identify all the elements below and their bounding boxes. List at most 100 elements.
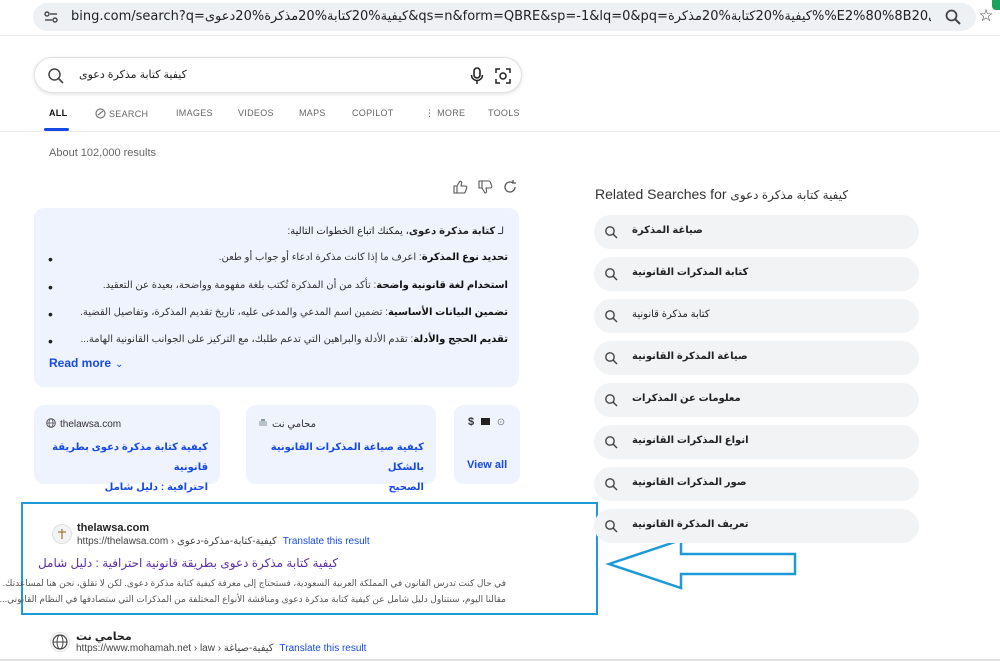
search-icon [604, 267, 618, 281]
answer-item-bold: تقديم الحجج والأدلة [413, 334, 508, 345]
related-search-item[interactable]: تعريف المذكرة القانونية [594, 509, 919, 543]
bullet: • [48, 251, 53, 267]
answer-item-rest: : تأكد من أن المذكرة تُكتب بلغة مفهومة و… [102, 280, 377, 291]
translate-link[interactable]: Translate this result [280, 643, 367, 654]
related-search-item[interactable]: معلومات عن المذكرات [594, 383, 919, 417]
card-site-name: محامي نت [272, 419, 316, 430]
result-title[interactable]: كيفية كتابة مذكرة دعوى بطريقة قانونية اح… [38, 556, 338, 570]
annotation-arrow [605, 538, 797, 590]
tab-videos[interactable]: VIDEOS [238, 108, 274, 118]
extension-indicator [992, 0, 1000, 10]
related-search-item[interactable]: صور المذكرات القانونية [594, 467, 919, 501]
zoom-icon[interactable] [944, 8, 962, 26]
read-more-link[interactable]: Read more ⌄ [49, 356, 123, 370]
related-search-label: انواع المذكرات القانونية [632, 435, 749, 446]
result-url[interactable]: https://thelawsa.com › كيفية-كتابة-مذكرة… [77, 536, 370, 547]
address-bar[interactable]: bing.com/search?q=كيفية%20كتابة%20مذكرة%… [33, 3, 994, 31]
related-search-label: كتابة المذكرات القانونية [632, 267, 749, 278]
card-site: محامي نت [258, 418, 316, 430]
answer-intro: لـ كتابة مذكرة دعوى، يمكنك اتباع الخطوات… [287, 226, 504, 237]
related-search-item[interactable]: كتابة مذكرة قانونية [594, 299, 919, 333]
card-title-line: كيفية كتابة مذكرة دعوى بطريقة قانونية [52, 442, 208, 473]
answer-list-item: • تضمين البيانات الأساسية: تضمين اسم الم… [48, 307, 508, 323]
site-favicon-icon [52, 524, 72, 544]
answer-item-text: استخدام لغة قانونية واضحة: تأكد من أن ال… [103, 280, 508, 291]
search-box[interactable]: كيفية كتابة مذكرة دعوى [34, 57, 522, 93]
source-logo-icon: $ [468, 416, 475, 428]
answer-item-rest: : تقدم الأدلة والبراهين التي تدعم طلبك، … [80, 334, 414, 345]
tab-copilot[interactable]: COPILOT [352, 108, 394, 118]
tab-tools[interactable]: TOOLS [488, 108, 520, 118]
card-source-icons: $ ⊙ [468, 416, 505, 428]
result-site-name: محامي نت [76, 631, 132, 643]
refresh-icon[interactable] [502, 179, 518, 195]
related-title-prefix: Related Searches for [595, 186, 727, 202]
view-all-link[interactable]: View all [467, 459, 507, 471]
microphone-icon[interactable] [468, 66, 486, 86]
tab-search-label: SEARCH [109, 109, 149, 119]
answer-intro-suffix: ، يمكنك اتباع الخطوات التالية: [287, 226, 409, 237]
card-title-line: احترافية : دليل شامل [104, 482, 208, 493]
source-card[interactable]: محامي نت كيفية صياغة المذكرات القانونية … [246, 405, 436, 493]
result-url-text: https://thelawsa.com › كيفية-كتابة-مذكرة… [77, 536, 277, 547]
answer-list-item: • تحديد نوع المذكرة: اعرف ما إذا كانت مذ… [48, 252, 508, 268]
answer-item-text: تقديم الحجج والأدلة: تقدم الأدلة والبراه… [81, 334, 508, 345]
answer-item-rest: : تضمين اسم المدعي والمدعى عليه، تاريخ ت… [80, 307, 388, 318]
answer-list-item: • تقديم الحجج والأدلة: تقدم الأدلة والبر… [48, 334, 508, 350]
related-searches-title: Related Searches for كيفية كتابة مذكرة د… [595, 186, 848, 202]
browser-toolbar: bing.com/search?q=كيفية%20كتابة%20مذكرة%… [0, 0, 1000, 36]
related-search-label: تعريف المذكرة القانونية [632, 519, 749, 530]
bullet: • [48, 333, 53, 349]
translate-link[interactable]: Translate this result [283, 536, 370, 547]
highlight-frame: thelawsa.com https://thelawsa.com › كيفي… [0, 502, 598, 615]
visual-search-icon[interactable] [494, 67, 512, 85]
more-dots-icon: ⋮ [425, 108, 438, 118]
tab-maps[interactable]: MAPS [299, 108, 326, 118]
copilot-search-icon [95, 108, 106, 119]
source-logo-icon: ⊙ [496, 417, 506, 428]
bullet: • [48, 306, 53, 322]
card-title-line: كيفية صياغة المذكرات القانونية بالشكل [270, 442, 424, 473]
search-icon [604, 435, 618, 449]
bullet: • [48, 279, 53, 295]
globe-icon [50, 632, 70, 652]
answer-item-text: تضمين البيانات الأساسية: تضمين اسم المدع… [80, 307, 508, 318]
globe-icon [46, 418, 56, 428]
related-search-item[interactable]: كتابة المذكرات القانونية [594, 257, 919, 291]
tab-search[interactable]: SEARCH [95, 108, 148, 119]
url-text[interactable]: bing.com/search?q=كيفية%20كتابة%20مذكرة%… [71, 9, 931, 24]
search-input[interactable]: كيفية كتابة مذكرة دعوى [79, 68, 459, 81]
answer-intro-prefix: لـ [498, 226, 504, 237]
related-search-item[interactable]: صياغة المذكرة القانونية [594, 341, 919, 375]
thumbs-up-icon[interactable] [452, 179, 468, 195]
related-search-item[interactable]: انواع المذكرات القانونية [594, 425, 919, 459]
read-more-label: Read more [49, 356, 112, 370]
site-settings-icon[interactable] [43, 9, 59, 25]
related-title-query: كيفية كتابة مذكرة دعوى [730, 188, 849, 202]
result-url[interactable]: https://www.mohamah.net › law › كيفية-صي… [76, 643, 366, 654]
search-icon [604, 393, 618, 407]
answer-intro-bold: كتابة مذكرة دعوى [408, 226, 496, 237]
site-logo-icon [258, 418, 268, 428]
related-search-label: معلومات عن المذكرات [632, 393, 741, 404]
related-search-item[interactable]: صياغة المذكرة [594, 215, 919, 249]
search-icon [604, 351, 618, 365]
star-icon[interactable]: ☆ [977, 7, 995, 25]
answer-item-bold: تضمين البيانات الأساسية [387, 307, 508, 318]
card-title[interactable]: كيفية صياغة المذكرات القانونية بالشكل ال… [246, 438, 424, 498]
card-site: thelawsa.com [46, 418, 121, 430]
tab-images[interactable]: IMAGES [176, 108, 213, 118]
related-search-label: كتابة مذكرة قانونية [632, 309, 710, 320]
card-title[interactable]: كيفية كتابة مذكرة دعوى بطريقة قانونية اح… [34, 438, 208, 498]
search-icon [604, 519, 618, 533]
source-card[interactable]: thelawsa.com كيفية كتابة مذكرة دعوى بطري… [34, 405, 220, 493]
view-all-card[interactable]: $ ⊙ View all [454, 405, 520, 484]
tab-more[interactable]: ⋮ MORE [425, 108, 465, 119]
thumbs-down-icon[interactable] [477, 179, 493, 195]
result-site-name: thelawsa.com [77, 522, 150, 534]
card-title-line: الصحيح [388, 482, 424, 493]
source-logo-icon [480, 418, 490, 425]
search-icon [604, 225, 618, 239]
search-icon [604, 477, 618, 491]
tab-all[interactable]: ALL [49, 108, 67, 118]
